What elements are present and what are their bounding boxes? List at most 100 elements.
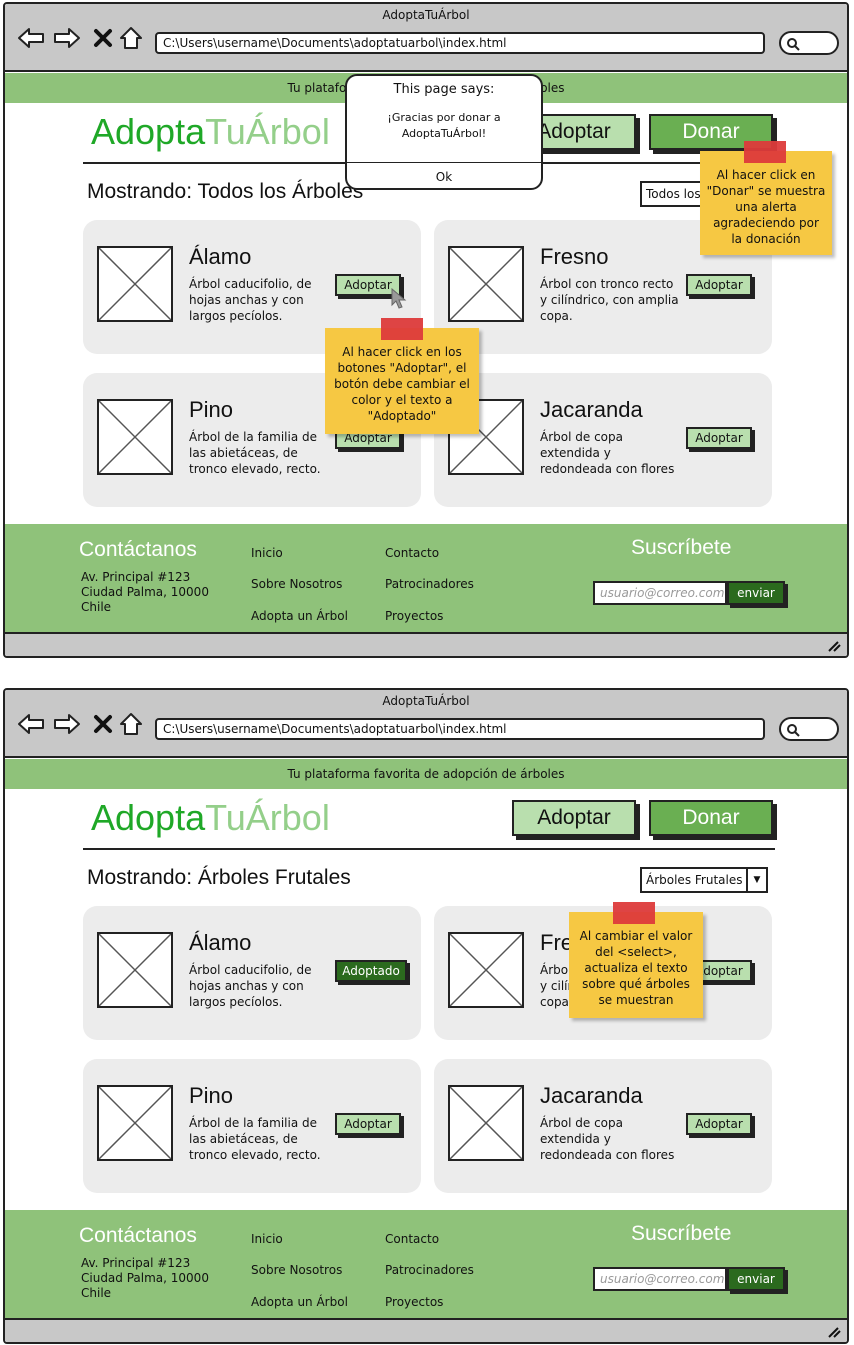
address-bar[interactable]: C:\Users\username\Documents\adoptatuarbo…: [155, 32, 765, 54]
dialog-ok-button[interactable]: Ok: [347, 166, 541, 188]
placeholder-image-icon: [97, 932, 173, 1008]
footer-link-proyectos[interactable]: Proyectos: [385, 609, 443, 623]
placeholder-image-icon: [448, 1085, 524, 1161]
contact-address: Av. Principal #123 Ciudad Palma, 10000 C…: [81, 1256, 209, 1300]
tree-title: Álamo: [189, 244, 252, 269]
tree-description: Árbol de la familia de las abietáceas, d…: [189, 1116, 321, 1162]
back-arrow-icon[interactable]: [17, 710, 45, 738]
page-heading: Mostrando: Todos los Árboles: [87, 180, 364, 203]
sticky-note-adopt: Al hacer click en los botones "Adoptar",…: [325, 318, 479, 434]
search-icon: [787, 38, 800, 51]
placeholder-image-icon: [97, 246, 173, 322]
status-bar: [5, 1318, 847, 1342]
adopt-button[interactable]: Adoptar: [335, 1113, 401, 1135]
email-field[interactable]: usuario@correo.com: [593, 581, 727, 605]
footer-link-sobre-nosotros[interactable]: Sobre Nosotros: [251, 1263, 342, 1277]
close-icon[interactable]: [89, 24, 117, 52]
status-bar: [5, 632, 847, 656]
home-icon[interactable]: [117, 24, 145, 52]
footer-link-adopta[interactable]: Adopta un Árbol: [251, 609, 348, 623]
forward-arrow-icon[interactable]: [53, 710, 81, 738]
tree-title: Pino: [189, 397, 234, 422]
footer-link-contacto[interactable]: Contacto: [385, 546, 439, 560]
send-button[interactable]: enviar: [727, 581, 785, 605]
placeholder-image-icon: [448, 246, 524, 322]
tree-title: Pino: [189, 1083, 234, 1108]
site-logo[interactable]: AdoptaTuÁrbol: [91, 797, 330, 839]
footer-link-inicio[interactable]: Inicio: [251, 1232, 283, 1246]
tree-description: Árbol caducifolio, de hojas anchas y con…: [189, 963, 312, 1009]
send-button[interactable]: enviar: [727, 1267, 785, 1291]
page-heading: Mostrando: Árboles Frutales: [87, 866, 351, 889]
contact-title: Contáctanos: [79, 538, 197, 561]
footer-link-sobre-nosotros[interactable]: Sobre Nosotros: [251, 577, 342, 591]
tagline-banner: Tu plataforma favorita de adopción de ár…: [5, 759, 847, 789]
sticky-note-donate: Al hacer click en "Donar" se muestra una…: [700, 141, 832, 255]
tree-title: Jacaranda: [540, 397, 643, 422]
dialog-title: This page says:: [393, 82, 495, 97]
tree-description: Árbol de la familia de las abietáceas, d…: [189, 430, 321, 476]
address-bar[interactable]: C:\Users\username\Documents\adoptatuarbo…: [155, 718, 765, 740]
placeholder-image-icon: [97, 399, 173, 475]
alert-dialog: This page says: ¡Gracias por donar a Ado…: [345, 74, 543, 190]
tree-title: Álamo: [189, 930, 252, 955]
footer: Contáctanos Av. Principal #123 Ciudad Pa…: [5, 524, 847, 634]
footer-link-patrocinadores[interactable]: Patrocinadores: [385, 1263, 474, 1277]
tree-card: Pino Árbol de la familia de las abietáce…: [83, 1059, 421, 1193]
adopt-button[interactable]: Adoptar: [686, 427, 752, 449]
header-divider: [83, 848, 775, 850]
tree-title: Jacaranda: [540, 1083, 643, 1108]
subscribe-title: Suscríbete: [631, 1222, 732, 1245]
tree-card: Álamo Árbol caducifolio, de hojas anchas…: [83, 906, 421, 1040]
subscribe-title: Suscríbete: [631, 536, 732, 559]
sticky-note-select: Al cambiar el valor del <select>, actual…: [569, 902, 703, 1018]
adopt-nav-button[interactable]: Adoptar: [512, 800, 636, 836]
browser-chrome: AdoptaTuÁrbol C:\Users\username\Document…: [5, 690, 847, 758]
tree-description: Árbol con tronco recto y cilíndrico, con…: [540, 277, 679, 323]
search-box[interactable]: [779, 31, 839, 55]
tree-card: Jacaranda Árbol de copa extendida y redo…: [434, 373, 772, 507]
site-logo[interactable]: AdoptaTuÁrbol: [91, 111, 330, 153]
tree-description: Árbol de copa extendida y redondeada con…: [540, 430, 675, 476]
tree-title: Fresno: [540, 244, 609, 269]
tape: [613, 902, 655, 924]
tree-description: Árbol caducifolio, de hojas anchas y con…: [189, 277, 312, 323]
search-box[interactable]: [779, 717, 839, 741]
resize-grip-icon[interactable]: [827, 1326, 841, 1338]
chevron-down-icon: ▼: [746, 869, 766, 891]
tape: [381, 318, 423, 340]
footer-link-patrocinadores[interactable]: Patrocinadores: [385, 577, 474, 591]
cursor-icon: [391, 288, 407, 309]
footer-link-inicio[interactable]: Inicio: [251, 546, 283, 560]
tree-card: Jacaranda Árbol de copa extendida y redo…: [434, 1059, 772, 1193]
home-icon[interactable]: [117, 710, 145, 738]
browser-chrome: AdoptaTuÁrbol C:\Users\username\Document…: [5, 4, 847, 72]
adopt-button[interactable]: Adoptar: [686, 1113, 752, 1135]
back-arrow-icon[interactable]: [17, 24, 45, 52]
forward-arrow-icon[interactable]: [53, 24, 81, 52]
email-field[interactable]: usuario@correo.com: [593, 1267, 727, 1291]
resize-grip-icon[interactable]: [827, 640, 841, 652]
tape: [744, 141, 786, 163]
adopt-button[interactable]: Adoptar: [686, 274, 752, 296]
browser-window-2: AdoptaTuÁrbol C:\Users\username\Document…: [3, 688, 849, 1344]
window-title: AdoptaTuÁrbol: [382, 8, 470, 22]
footer-link-adopta[interactable]: Adopta un Árbol: [251, 1295, 348, 1309]
window-title: AdoptaTuÁrbol: [382, 694, 470, 708]
tree-description: Árbol de copa extendida y redondeada con…: [540, 1116, 675, 1162]
browser-window-1: AdoptaTuÁrbol C:\Users\username\Document…: [3, 2, 849, 658]
contact-title: Contáctanos: [79, 1224, 197, 1247]
footer: Contáctanos Av. Principal #123 Ciudad Pa…: [5, 1210, 847, 1320]
placeholder-image-icon: [97, 1085, 173, 1161]
adopted-button[interactable]: Adoptado: [335, 960, 407, 982]
footer-link-contacto[interactable]: Contacto: [385, 1232, 439, 1246]
tree-filter-select[interactable]: Árboles Frutales ▼: [640, 867, 768, 893]
contact-address: Av. Principal #123 Ciudad Palma, 10000 C…: [81, 570, 209, 614]
dialog-message: ¡Gracias por donar a AdoptaTuÁrbol!: [387, 111, 501, 140]
close-icon[interactable]: [89, 710, 117, 738]
donate-button[interactable]: Donar: [649, 800, 773, 836]
search-icon: [787, 724, 800, 737]
footer-link-proyectos[interactable]: Proyectos: [385, 1295, 443, 1309]
placeholder-image-icon: [448, 932, 524, 1008]
dialog-divider: [347, 162, 541, 163]
